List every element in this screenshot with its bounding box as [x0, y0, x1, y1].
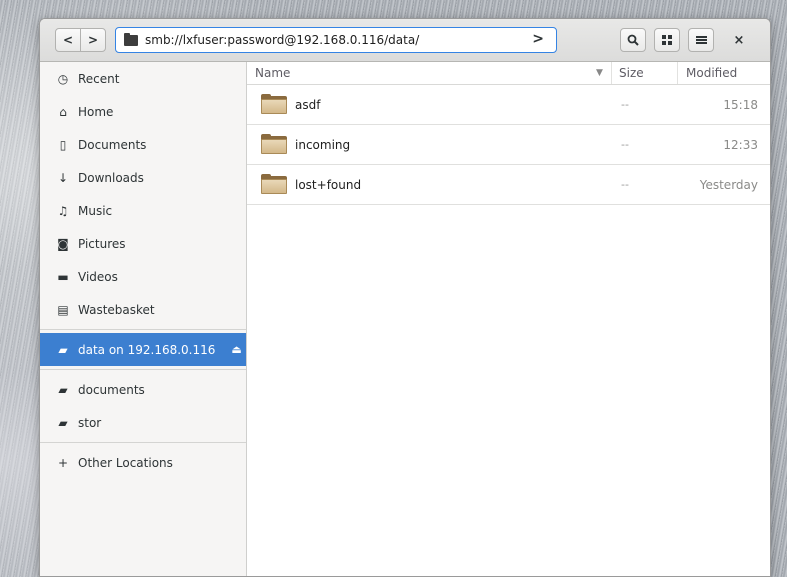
sidebar-divider — [40, 329, 246, 330]
sidebar-item-wastebasket[interactable]: ▤ Wastebasket — [40, 293, 246, 326]
forward-button[interactable]: > — [80, 28, 106, 52]
file-name: lost+found — [295, 177, 362, 192]
column-divider[interactable] — [677, 62, 678, 84]
folder-icon — [124, 32, 138, 46]
download-icon: ↓ — [57, 170, 69, 185]
sidebar-item-home[interactable]: ⌂ Home — [40, 95, 246, 128]
view-menu-button[interactable] — [688, 28, 714, 52]
file-modified: Yesterday — [699, 177, 758, 192]
sidebar-item-label: stor — [78, 415, 102, 430]
back-button[interactable]: < — [55, 28, 81, 52]
file-name: asdf — [295, 97, 321, 112]
camera-icon: ◙ — [57, 236, 69, 251]
sidebar-item-label: Documents — [78, 137, 147, 152]
column-size-header[interactable]: Size — [619, 66, 644, 80]
search-icon — [627, 34, 639, 46]
file-row[interactable]: incoming -- 12:33 — [247, 125, 770, 165]
sidebar-item-label: Music — [78, 203, 113, 218]
sidebar-item-other-locations[interactable]: + Other Locations — [40, 446, 246, 479]
sidebar-item-pictures[interactable]: ◙ Pictures — [40, 227, 246, 260]
sidebar-item-documents[interactable]: ▯ Documents — [40, 128, 246, 161]
document-icon: ▯ — [59, 137, 67, 152]
sidebar-item-music[interactable]: ♫ Music — [40, 194, 246, 227]
file-modified: 15:18 — [723, 97, 758, 112]
close-button[interactable]: × — [728, 29, 750, 51]
chevron-left-icon: < — [62, 33, 74, 47]
file-size: -- — [621, 178, 629, 191]
home-icon: ⌂ — [59, 104, 67, 119]
sidebar-item-network-mount[interactable]: ▰ data on 192.168.0.116 ⏏ — [40, 333, 246, 366]
file-list-view: Name ▼ Size Modified asdf -- 15:18 incom… — [247, 62, 770, 576]
close-icon: × — [733, 32, 745, 48]
sidebar-divider — [40, 442, 246, 443]
sidebar-item-downloads[interactable]: ↓ Downloads — [40, 161, 246, 194]
chevron-right-icon: > — [87, 33, 99, 47]
hamburger-icon — [695, 36, 707, 44]
file-row[interactable]: lost+found -- Yesterday — [247, 165, 770, 205]
sort-arrow-icon: ▼ — [596, 68, 603, 78]
sidebar-item-recent[interactable]: ◷ Recent — [40, 62, 246, 95]
sidebar-item-label: Other Locations — [78, 455, 173, 470]
sidebar-item-label: Home — [78, 104, 114, 119]
view-grid-button[interactable] — [654, 28, 680, 52]
file-size: -- — [621, 98, 629, 111]
go-arrow-icon[interactable]: > — [532, 31, 544, 47]
search-button[interactable] — [620, 28, 646, 52]
column-divider[interactable] — [611, 62, 612, 84]
file-size: -- — [621, 138, 629, 151]
sidebar-item-label: documents — [78, 382, 145, 397]
network-folder-icon: ▰ — [58, 342, 68, 357]
eject-icon[interactable]: ⏏ — [231, 343, 241, 356]
sidebar-item-label: Videos — [78, 269, 118, 284]
file-name: incoming — [295, 137, 351, 152]
sidebar-item-label: Downloads — [78, 170, 144, 185]
folder-icon — [261, 174, 287, 194]
trash-icon: ▤ — [57, 302, 69, 317]
sidebar-item-label: data on 192.168.0.116 — [78, 342, 216, 357]
sidebar-item-bookmark-documents[interactable]: ▰ documents — [40, 373, 246, 406]
sidebar-divider — [40, 369, 246, 370]
places-sidebar: ◷ Recent ⌂ Home ▯ Documents ↓ Downloads … — [40, 62, 247, 576]
folder-icon — [261, 94, 287, 114]
file-modified: 12:33 — [723, 137, 758, 152]
clock-icon: ◷ — [57, 71, 69, 86]
file-manager-window: < > smb://lxfuser:password@192.168.0.116… — [39, 18, 771, 577]
column-header: Name ▼ Size Modified — [247, 62, 770, 85]
sidebar-item-label: Pictures — [78, 236, 126, 251]
column-name-header[interactable]: Name — [255, 66, 290, 80]
sidebar-item-label: Wastebasket — [78, 302, 155, 317]
folder-icon: ▰ — [58, 382, 68, 397]
music-icon: ♫ — [57, 203, 69, 218]
sidebar-item-label: Recent — [78, 71, 120, 86]
file-row[interactable]: asdf -- 15:18 — [247, 85, 770, 125]
location-text[interactable]: smb://lxfuser:password@192.168.0.116/dat… — [145, 33, 419, 47]
plus-icon: + — [57, 455, 69, 470]
grid-icon — [662, 35, 672, 45]
sidebar-item-videos[interactable]: ▬ Videos — [40, 260, 246, 293]
header-bar: < > smb://lxfuser:password@192.168.0.116… — [40, 19, 770, 62]
column-modified-header[interactable]: Modified — [686, 66, 737, 80]
sidebar-item-bookmark-stor[interactable]: ▰ stor — [40, 406, 246, 439]
video-icon: ▬ — [57, 269, 69, 284]
folder-icon — [261, 134, 287, 154]
location-entry[interactable]: smb://lxfuser:password@192.168.0.116/dat… — [115, 27, 557, 53]
folder-icon: ▰ — [58, 415, 68, 430]
